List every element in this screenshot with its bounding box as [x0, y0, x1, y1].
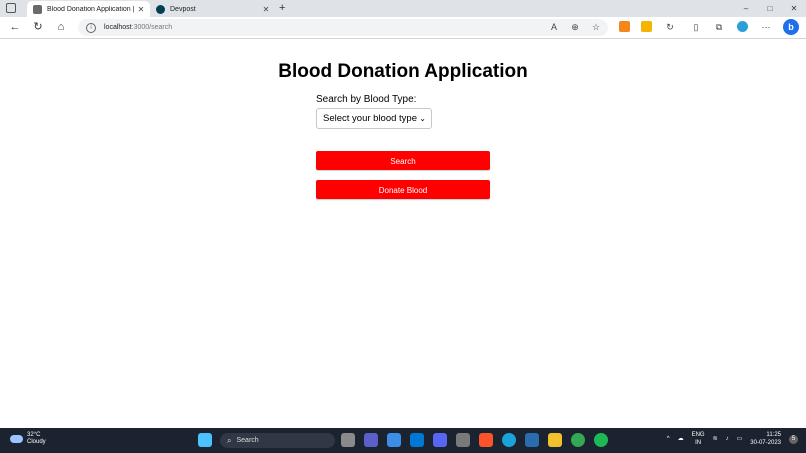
minimize-button[interactable]: –: [734, 0, 758, 17]
extension-icon[interactable]: [641, 21, 652, 32]
cloud-icon: [10, 435, 23, 443]
maximize-button[interactable]: □: [758, 0, 782, 17]
chevron-up-icon[interactable]: ^: [667, 435, 670, 443]
onedrive-icon[interactable]: ☁: [678, 435, 684, 443]
url-text: localhost:3000/search: [104, 24, 173, 31]
file-explorer-icon[interactable]: [548, 433, 562, 447]
page-favicon-icon: [33, 4, 42, 14]
camera-icon[interactable]: [456, 433, 470, 447]
taskbar-search[interactable]: ⌕ Search: [220, 433, 335, 448]
task-view-icon[interactable]: [341, 433, 355, 447]
tab-title: Blood Donation Application | Se: [47, 5, 136, 13]
weather-temp: 32°C: [27, 432, 41, 438]
search-button[interactable]: Search: [316, 151, 490, 170]
site-info-icon[interactable]: i: [86, 22, 96, 33]
taskbar: 32°C Cloudy ⌕ Search ^ ☁ ENG IN ≋ ♪ ▭ 11…: [0, 428, 806, 453]
bing-copilot-icon[interactable]: b: [783, 19, 799, 35]
discord-icon[interactable]: [433, 433, 447, 447]
favorite-star-icon[interactable]: ☆: [590, 21, 602, 33]
teams-icon[interactable]: [364, 433, 378, 447]
browser-toolbar: ← ↻ ⌂ i localhost:3000/search A ⊕ ☆ ↻ ▯ …: [0, 17, 806, 39]
read-aloud-icon[interactable]: A: [548, 21, 560, 33]
volume-icon[interactable]: ♪: [726, 435, 729, 443]
refresh-icon[interactable]: ↻: [31, 20, 45, 34]
profile-avatar[interactable]: [737, 21, 748, 32]
system-tray: ^ ☁ ENG IN ≋ ♪ ▭ 11:25 30-07-2023 5: [659, 431, 798, 447]
wifi-icon[interactable]: ≋: [713, 435, 718, 443]
spotify-icon[interactable]: [594, 433, 608, 447]
tab-blood-donation[interactable]: Blood Donation Application | Se ✕: [27, 1, 150, 17]
weather-widget[interactable]: 32°C Cloudy: [10, 432, 46, 446]
home-icon[interactable]: ⌂: [54, 20, 68, 34]
tab-devpost[interactable]: Devpost ✕: [150, 1, 275, 17]
close-tab-icon[interactable]: ✕: [136, 5, 146, 14]
calculator-icon[interactable]: [387, 433, 401, 447]
windows-start-icon[interactable]: [198, 433, 212, 447]
chevron-down-icon: ⌄: [419, 114, 426, 123]
browser-app-icon[interactable]: [571, 433, 585, 447]
devpost-favicon-icon: [156, 4, 165, 14]
tab-actions-icon[interactable]: [6, 3, 16, 13]
back-arrow-icon[interactable]: ←: [8, 20, 22, 34]
language-indicator[interactable]: ENG IN: [692, 431, 705, 447]
battery-icon[interactable]: ▭: [737, 435, 743, 443]
new-tab-button[interactable]: +: [279, 0, 285, 16]
address-bar[interactable]: i localhost:3000/search: [78, 19, 608, 36]
edge-icon[interactable]: [502, 433, 516, 447]
page-title: Blood Donation Application: [278, 61, 528, 82]
zoom-icon[interactable]: ⊕: [569, 21, 581, 33]
weather-desc: Cloudy: [27, 439, 46, 445]
blood-type-label: Search by Blood Type:: [316, 94, 417, 105]
more-menu-icon[interactable]: ⋯: [760, 21, 772, 33]
tab-title: Devpost: [170, 5, 196, 13]
metamask-extension-icon[interactable]: [619, 21, 630, 32]
window-controls: – □ ✕: [734, 0, 806, 17]
close-tab-icon[interactable]: ✕: [261, 5, 271, 14]
vscode-alt-icon[interactable]: [525, 433, 539, 447]
close-window-button[interactable]: ✕: [782, 0, 806, 17]
brave-icon[interactable]: [479, 433, 493, 447]
notification-badge[interactable]: 5: [789, 434, 798, 444]
clock[interactable]: 11:25 30-07-2023: [750, 431, 781, 447]
date: 30-07-2023: [750, 440, 781, 446]
collections-icon[interactable]: ⧉: [713, 21, 725, 33]
select-value: Select your blood type: [323, 113, 418, 124]
vscode-icon[interactable]: [410, 433, 424, 447]
search-icon: ⌕: [227, 435, 232, 445]
blood-type-select[interactable]: Select your blood type ⌄: [316, 108, 432, 129]
donate-blood-button[interactable]: Donate Blood: [316, 180, 490, 199]
split-screen-icon[interactable]: ▯: [690, 21, 702, 33]
time: 11:25: [766, 432, 781, 438]
refresh-extension-icon[interactable]: ↻: [664, 21, 676, 33]
taskbar-search-placeholder: Search: [236, 437, 259, 444]
tab-strip: Blood Donation Application | Se ✕ Devpos…: [0, 0, 806, 17]
